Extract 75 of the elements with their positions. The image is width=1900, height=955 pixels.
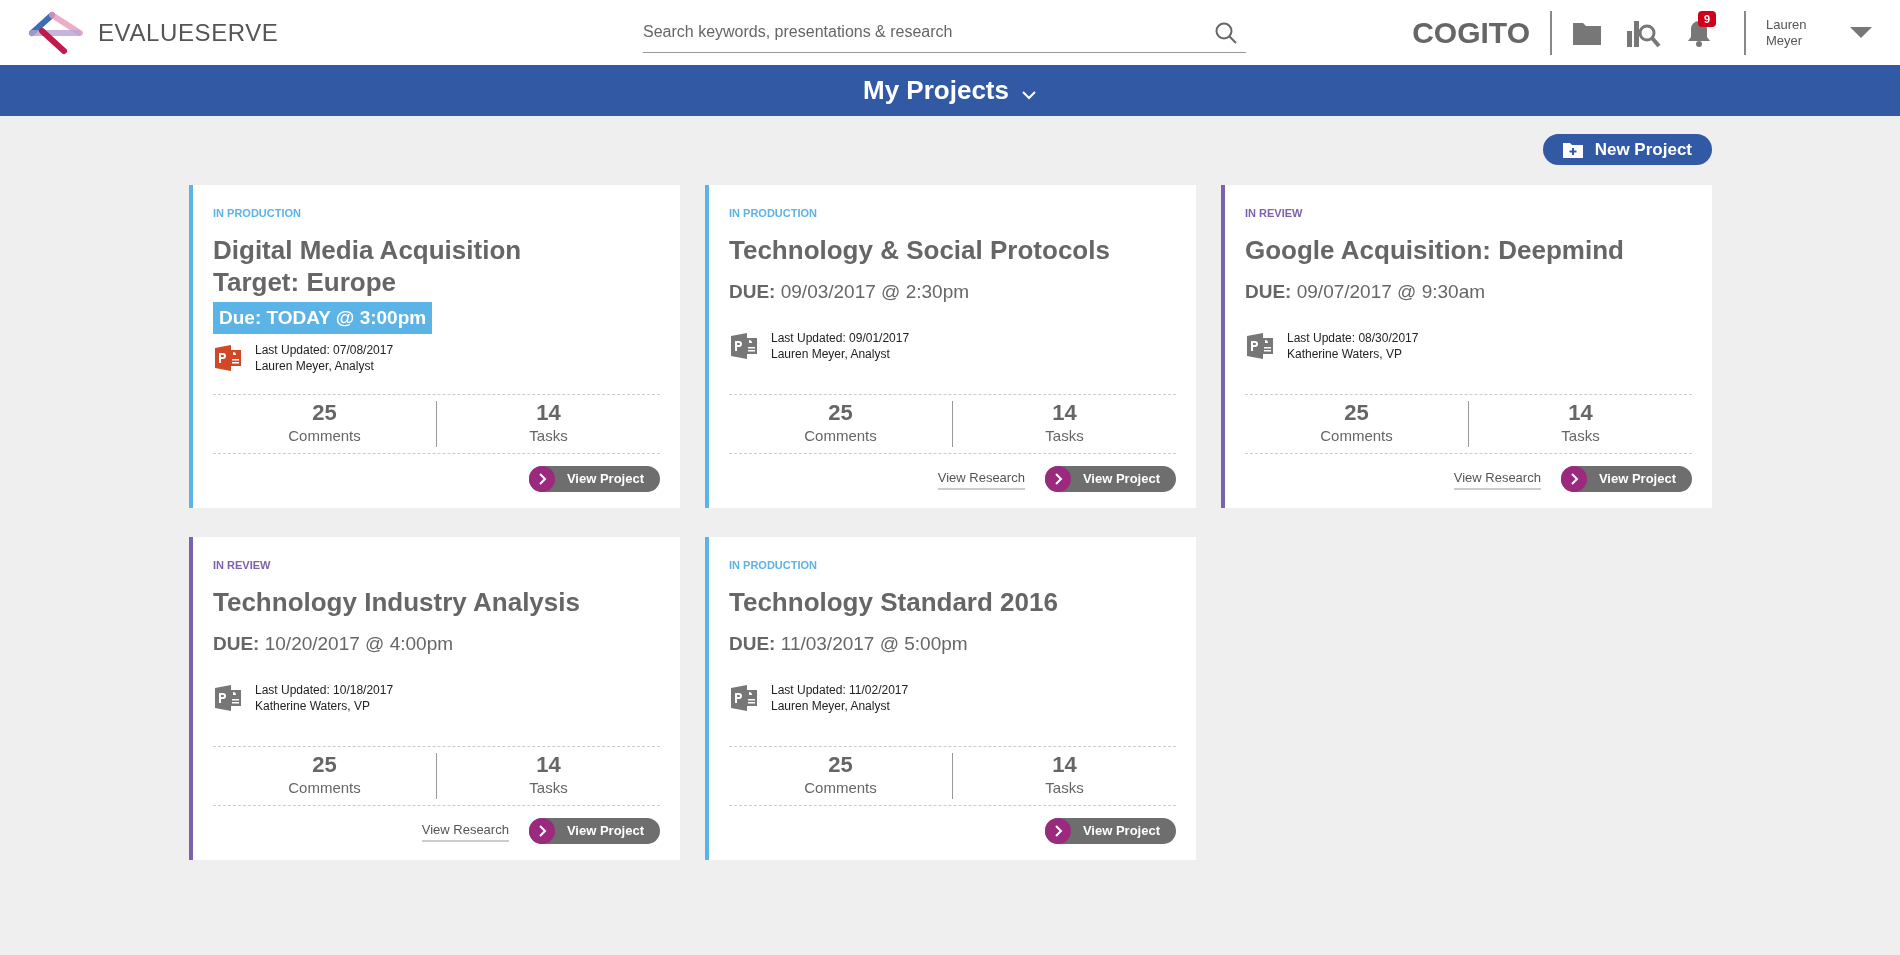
due-date-highlight: Due: TODAY @ 3:00pm xyxy=(213,301,433,334)
tasks-count: 14 xyxy=(1568,400,1593,425)
folder-plus-icon xyxy=(1562,141,1583,158)
search-field[interactable]: Search keywords, presentations & research xyxy=(643,12,1246,53)
author-text: Lauren Meyer, Analyst xyxy=(771,698,891,714)
due-date: DUE: 09/07/2017 @ 9:30am xyxy=(1245,279,1487,304)
comments-count: 25 xyxy=(312,752,337,777)
status-label: IN PRODUCTION xyxy=(729,206,818,221)
author-text: Lauren Meyer, Analyst xyxy=(255,358,375,374)
due-date: DUE: 11/03/2017 @ 5:00pm xyxy=(729,631,969,656)
last-updated-text: Last Updated: 07/08/2017 xyxy=(255,342,394,358)
status-label: IN PRODUCTION xyxy=(729,558,818,573)
last-updated-text: Last Updated: 09/01/2017 xyxy=(771,330,910,346)
tasks-count: 14 xyxy=(1052,400,1077,425)
tasks-label: Tasks xyxy=(1045,425,1084,446)
tasks-label: Tasks xyxy=(1045,777,1084,798)
presentation-file-icon xyxy=(729,331,759,361)
tasks-count: 14 xyxy=(536,400,561,425)
caret-down-icon[interactable] xyxy=(1850,26,1872,39)
view-project-button[interactable]: View Project xyxy=(1044,466,1176,492)
page-title[interactable]: My Projects xyxy=(863,71,1009,110)
tasks-label: Tasks xyxy=(1561,425,1600,446)
last-updated-text: Last Updated: 11/02/2017 xyxy=(771,682,909,698)
user-name[interactable]: Lauren Meyer xyxy=(1766,16,1826,49)
notification-badge: 9 xyxy=(1698,10,1717,27)
author-text: Katherine Waters, VP xyxy=(255,698,371,714)
comments-count: 25 xyxy=(1344,400,1369,425)
chevron-right-icon xyxy=(1044,466,1071,492)
project-title: Google Acquisition: Deepmind xyxy=(1245,233,1625,266)
chevron-right-icon xyxy=(528,818,555,844)
chevron-down-icon[interactable] xyxy=(1020,89,1037,100)
tasks-label: Tasks xyxy=(529,777,568,798)
author-text: Katherine Waters, VP xyxy=(1287,346,1403,362)
status-label: IN REVIEW xyxy=(213,558,272,573)
logo-icon xyxy=(28,10,86,55)
view-project-button[interactable]: View Project xyxy=(1560,466,1692,492)
presentation-file-icon xyxy=(1245,331,1275,361)
status-label: IN REVIEW xyxy=(1245,206,1304,221)
view-project-button[interactable]: View Project xyxy=(528,466,660,492)
brand-name: EVALUESERVE xyxy=(98,17,279,48)
due-date: DUE: 10/20/2017 @ 4:00pm xyxy=(213,631,455,656)
search-icon[interactable] xyxy=(1214,20,1238,45)
tasks-count: 14 xyxy=(536,752,561,777)
project-title: Technology Standard 2016 xyxy=(729,585,1059,618)
comments-label: Comments xyxy=(804,777,877,798)
view-project-button[interactable]: View Project xyxy=(528,818,660,844)
chevron-right-icon xyxy=(1560,466,1587,492)
chevron-right-icon xyxy=(528,466,555,492)
comments-count: 25 xyxy=(828,400,853,425)
comments-label: Comments xyxy=(1320,425,1393,446)
comments-label: Comments xyxy=(288,777,361,798)
tasks-label: Tasks xyxy=(529,425,568,446)
view-research-link[interactable]: View Research xyxy=(1453,468,1541,490)
project-title: Digital Media Acquisition Target: Europe xyxy=(213,233,523,298)
tasks-count: 14 xyxy=(1052,752,1077,777)
last-updated-text: Last Updated: 10/18/2017 xyxy=(255,682,394,698)
view-research-link[interactable]: View Research xyxy=(421,820,509,842)
presentation-file-icon xyxy=(213,343,243,373)
view-research-link[interactable]: View Research xyxy=(937,468,1025,490)
project-title: Technology & Social Protocols xyxy=(729,233,1111,266)
status-label: IN PRODUCTION xyxy=(213,206,302,221)
app-name: COGITO xyxy=(1412,15,1530,51)
chevron-right-icon xyxy=(1044,818,1071,844)
comments-label: Comments xyxy=(804,425,877,446)
comments-count: 25 xyxy=(312,400,337,425)
new-project-button[interactable]: New Project xyxy=(1542,134,1712,165)
view-project-button[interactable]: View Project xyxy=(1044,818,1176,844)
due-date: DUE: 09/03/2017 @ 2:30pm xyxy=(729,279,971,304)
last-updated-text: Last Update: 08/30/2017 xyxy=(1287,330,1419,346)
project-title: Technology Industry Analysis xyxy=(213,585,581,618)
presentation-file-icon xyxy=(729,683,759,713)
author-text: Lauren Meyer, Analyst xyxy=(771,346,891,362)
presentation-file-icon xyxy=(213,683,243,713)
comments-label: Comments xyxy=(288,425,361,446)
comments-count: 25 xyxy=(828,752,853,777)
